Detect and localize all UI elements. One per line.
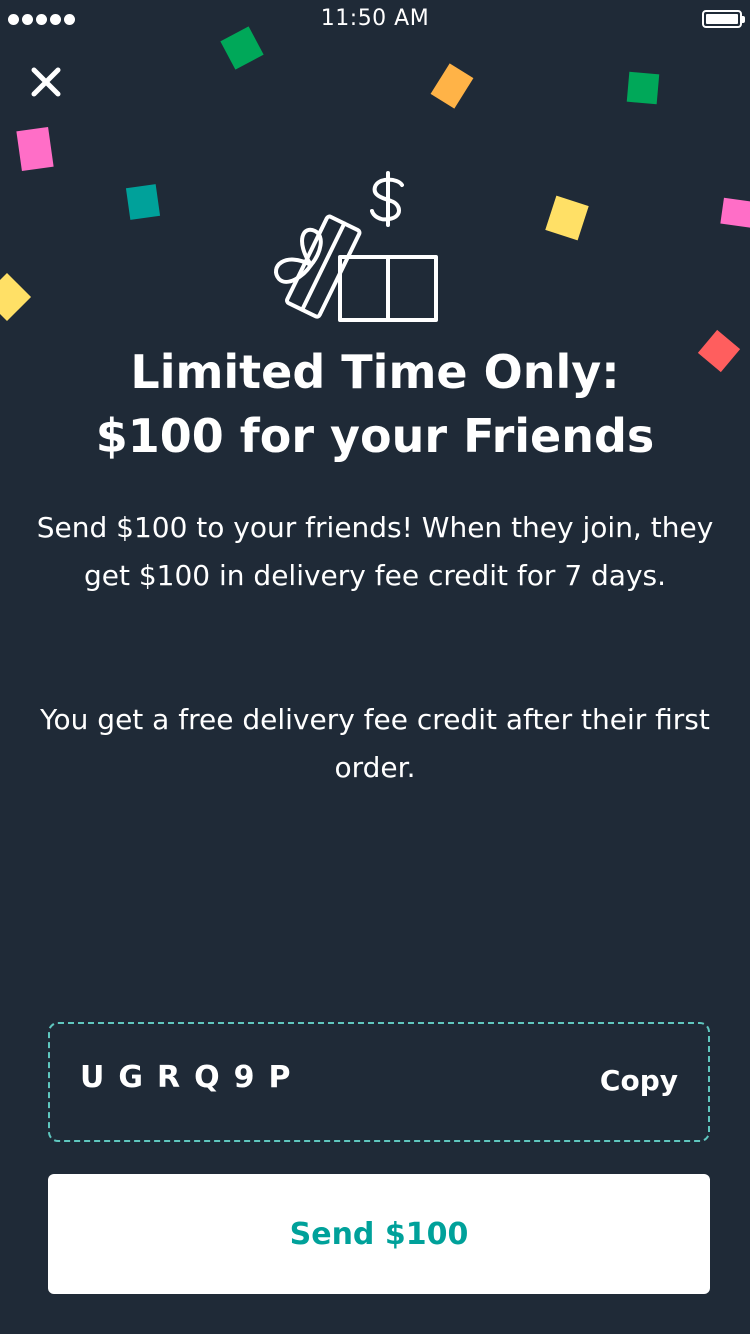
gift-icon bbox=[265, 165, 455, 330]
send-button[interactable]: Send $100 bbox=[48, 1174, 710, 1294]
referral-code[interactable]: UGRQ9P bbox=[80, 1060, 304, 1095]
dollar-icon bbox=[370, 171, 404, 227]
referral-code-box: UGRQ9P Copy bbox=[48, 1022, 710, 1142]
page-title: Limited Time Only: $100 for your Friends bbox=[0, 340, 750, 468]
description-paragraph-2: You get a free delivery fee credit after… bbox=[40, 703, 710, 784]
headline-line-2: $100 for your Friends bbox=[95, 409, 655, 463]
description-paragraph-1: Send $100 to your friends! When they joi… bbox=[36, 511, 714, 592]
copy-button[interactable]: Copy bbox=[600, 1064, 678, 1097]
headline-line-1: Limited Time Only: bbox=[130, 345, 620, 399]
